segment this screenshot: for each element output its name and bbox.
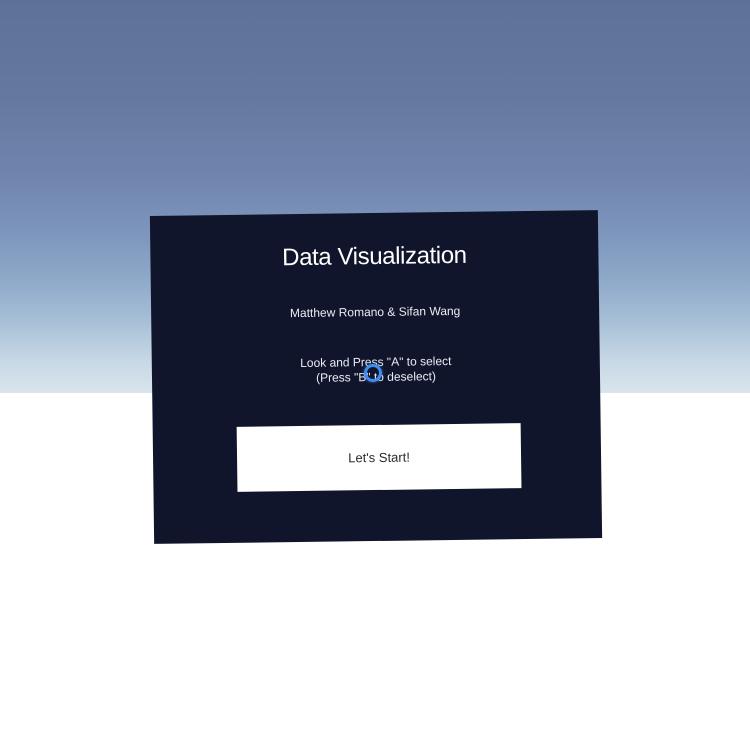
start-button-label: Let's Start! <box>348 449 411 466</box>
panel-authors: Matthew Romano & Sifan Wang <box>289 303 461 321</box>
start-button[interactable]: Let's Start! <box>236 423 522 492</box>
gaze-reticle-icon <box>364 364 382 382</box>
panel-title: Data Visualization <box>282 241 467 272</box>
vr-scene: Data Visualization Matthew Romano & Sifa… <box>0 0 750 750</box>
